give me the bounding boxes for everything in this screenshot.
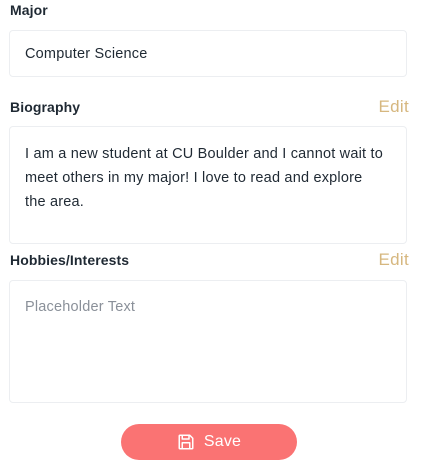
hobbies-placeholder: Placeholder Text bbox=[25, 299, 136, 315]
hobbies-label: Hobbies/Interests bbox=[10, 252, 130, 268]
biography-field[interactable]: I am a new student at CU Boulder and I c… bbox=[9, 126, 407, 244]
hobbies-field[interactable]: Placeholder Text bbox=[9, 280, 407, 403]
save-icon bbox=[177, 433, 195, 451]
major-field[interactable]: Computer Science bbox=[9, 30, 407, 77]
biography-edit-link[interactable]: Edit bbox=[379, 97, 410, 117]
save-button[interactable]: Save bbox=[121, 424, 297, 460]
biography-label: Biography bbox=[10, 99, 81, 115]
major-label: Major bbox=[10, 2, 48, 18]
biography-text: I am a new student at CU Boulder and I c… bbox=[25, 146, 383, 210]
major-value: Computer Science bbox=[25, 46, 148, 62]
save-button-label: Save bbox=[203, 433, 242, 450]
hobbies-edit-link[interactable]: Edit bbox=[379, 250, 410, 270]
